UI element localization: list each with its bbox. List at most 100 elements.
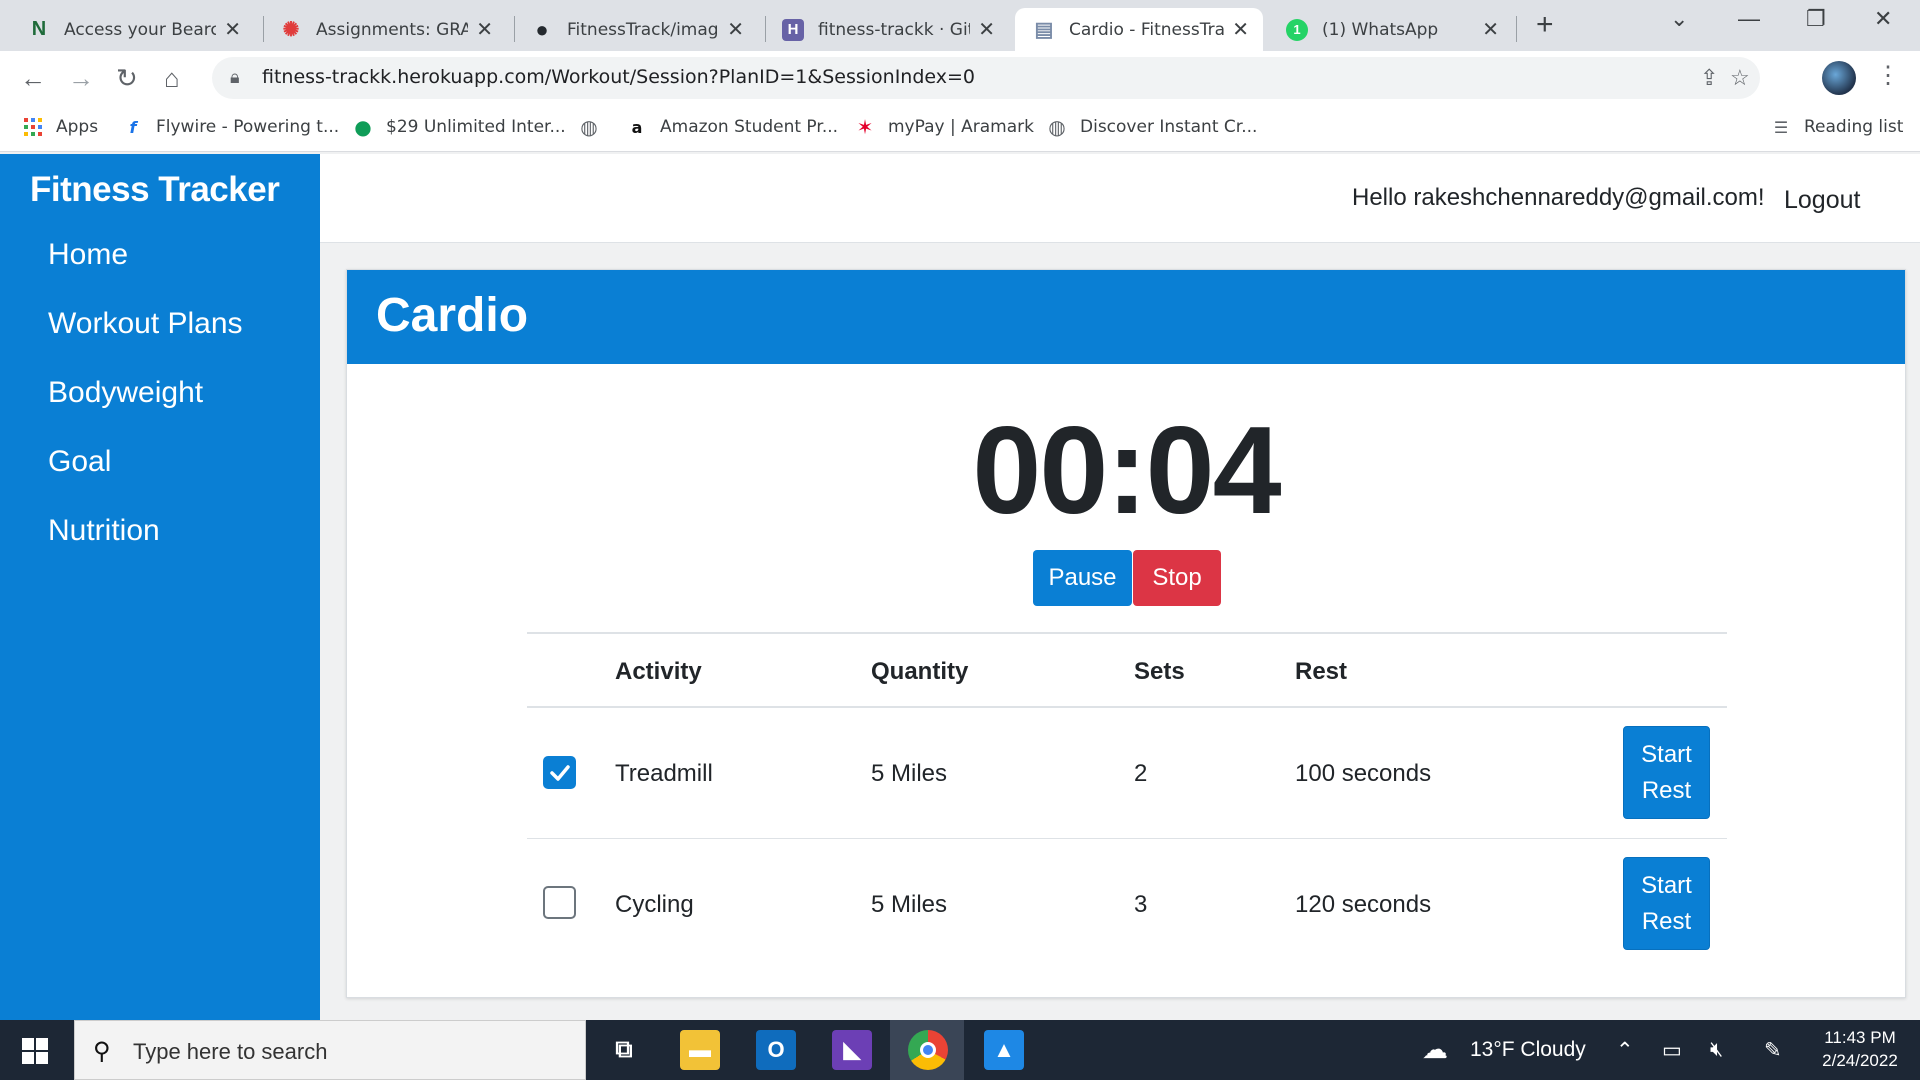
back-icon[interactable]: ←: [20, 63, 46, 94]
bookmark-label: Flywire - Powering t...: [156, 117, 340, 137]
brand-title[interactable]: Fitness Tracker: [30, 170, 280, 210]
sidebar: Fitness Tracker Home Workout Plans Bodyw…: [0, 154, 320, 1020]
globe-icon: ◍: [580, 115, 598, 139]
weather-text[interactable]: 13°F Cloudy: [1470, 1038, 1586, 1062]
workout-title: Cardio: [376, 289, 529, 342]
battery-icon[interactable]: ▭: [1662, 1038, 1682, 1063]
activity-name: Cycling: [615, 891, 694, 918]
github-icon: ●: [535, 16, 549, 42]
photos-icon[interactable]: ▲: [984, 1030, 1024, 1070]
bookmark-flywire[interactable]: f Flywire - Powering t...: [122, 116, 340, 138]
nav-nutrition[interactable]: Nutrition: [48, 514, 160, 548]
system-clock[interactable]: 11:43 PM 2/24/2022: [1800, 1026, 1920, 1072]
start-rest-button[interactable]: Start Rest: [1623, 857, 1710, 950]
close-tab-icon[interactable]: ✕: [978, 17, 995, 42]
bookmark-discover[interactable]: ◍ Discover Instant Cr...: [1046, 115, 1257, 139]
top-navbar: Hello rakeshchennareddy@gmail.com! Logou…: [320, 154, 1920, 243]
weather-cloud-icon[interactable]: ☁: [1422, 1034, 1448, 1065]
reading-list-label: Reading list: [1804, 117, 1904, 137]
amazon-icon: a: [631, 117, 643, 137]
table-top-border: [527, 632, 1727, 634]
start-rest-button[interactable]: Start Rest: [1623, 726, 1710, 819]
taskbar-search-box[interactable]: ⚲ Type here to search: [74, 1020, 586, 1080]
card-header: Cardio: [347, 270, 1905, 364]
nav-workout-plans[interactable]: Workout Plans: [48, 307, 243, 341]
nav-goal[interactable]: Goal: [48, 445, 111, 479]
search-icon: ⚲: [93, 1038, 111, 1065]
start-rest-label: Rest: [1641, 777, 1692, 804]
tab-title: Cardio - FitnessTrac: [1069, 19, 1225, 40]
close-tab-icon[interactable]: ✕: [1482, 17, 1499, 42]
browser-tab[interactable]: H fitness-trackk · GitH ✕: [764, 8, 1009, 51]
close-tab-icon[interactable]: ✕: [476, 17, 493, 42]
column-header-activity: Activity: [615, 658, 702, 685]
file-explorer-icon[interactable]: ▬: [680, 1030, 720, 1070]
activity-rest: 120 seconds: [1295, 891, 1432, 918]
nav-bodyweight[interactable]: Bodyweight: [48, 376, 203, 410]
close-tab-icon[interactable]: ✕: [1232, 17, 1249, 42]
browser-tab[interactable]: N Access your Bearca ✕: [10, 8, 255, 51]
minimize-icon[interactable]: —: [1738, 6, 1760, 32]
windows-taskbar: ⚲ Type here to search ⧉ ▬ O ◣ ▲ ☁ 13°F C…: [0, 1020, 1920, 1080]
browser-toolbar: ← → ↻ ⌂ 🔒︎ fitness-trackk.herokuapp.com/…: [0, 51, 1920, 105]
bookmark-label: Apps: [56, 117, 99, 137]
close-tab-icon[interactable]: ✕: [224, 17, 241, 42]
tab-title: fitness-trackk · GitH: [818, 19, 971, 40]
browser-tab-active[interactable]: ▤ Cardio - FitnessTrac ✕: [1015, 8, 1263, 51]
activity-quantity: 5 Miles: [871, 760, 948, 787]
tab-title: Assignments: GRAD: [316, 19, 469, 40]
bookmark-globe[interactable]: ◍: [578, 115, 612, 139]
close-tab-icon[interactable]: ✕: [727, 17, 744, 42]
task-view-icon[interactable]: ⧉: [604, 1030, 644, 1070]
tab-title: (1) WhatsApp: [1322, 19, 1439, 40]
tab-search-chevron-icon[interactable]: ⌄: [1670, 6, 1688, 32]
activity-rest: 100 seconds: [1295, 760, 1432, 787]
bookmark-unlimited-internet[interactable]: ● $29 Unlimited Inter...: [352, 115, 565, 139]
profile-avatar[interactable]: [1822, 61, 1856, 95]
lock-icon[interactable]: 🔒︎: [230, 67, 240, 88]
aramark-icon: ✶: [856, 115, 874, 139]
chrome-icon[interactable]: [908, 1030, 948, 1070]
flywire-icon: f: [129, 117, 137, 137]
activity-done-checkbox[interactable]: [543, 756, 576, 789]
nav-home[interactable]: Home: [48, 238, 128, 272]
address-bar[interactable]: 🔒︎ fitness-trackk.herokuapp.com/Workout/…: [212, 57, 1760, 99]
windows-start-icon[interactable]: [22, 1038, 48, 1064]
clock-time: 11:43 PM: [1824, 1028, 1896, 1047]
session-timer: 00:04: [972, 402, 1281, 540]
menu-kebab-icon[interactable]: ⋮: [1876, 61, 1900, 90]
workout-session-card: Cardio 00:04 Pause Stop Activity Quantit…: [346, 269, 1906, 998]
stop-button[interactable]: Stop: [1133, 550, 1221, 606]
restore-icon[interactable]: ❐: [1806, 6, 1826, 32]
pen-icon[interactable]: ✎: [1764, 1038, 1782, 1063]
bookmark-apps[interactable]: Apps: [22, 116, 98, 138]
activity-sets: 2: [1134, 760, 1148, 787]
visual-studio-icon[interactable]: ◣: [832, 1030, 872, 1070]
volume-muted-icon[interactable]: 🔇︎: [1710, 1038, 1723, 1062]
browser-tab[interactable]: ✺ Assignments: GRAD ✕: [262, 8, 507, 51]
pause-button[interactable]: Pause: [1033, 550, 1132, 606]
home-icon[interactable]: ⌂: [164, 63, 180, 94]
green-leaf-icon: ●: [354, 115, 372, 139]
bookmark-star-icon[interactable]: ☆: [1730, 65, 1750, 91]
start-rest-label: Rest: [1641, 908, 1692, 935]
outlook-icon[interactable]: O: [756, 1030, 796, 1070]
reload-icon[interactable]: ↻: [116, 63, 138, 94]
new-tab-icon[interactable]: +: [1536, 8, 1554, 42]
forward-icon[interactable]: →: [68, 63, 94, 94]
reading-list[interactable]: ☰ Reading list: [1770, 116, 1904, 138]
start-rest-label: Start: [1641, 741, 1692, 768]
url-text[interactable]: fitness-trackk.herokuapp.com/Workout/Ses…: [262, 66, 975, 88]
browser-tab[interactable]: 1 (1) WhatsApp ✕: [1268, 8, 1513, 51]
close-window-icon[interactable]: ✕: [1874, 6, 1892, 32]
activity-done-checkbox[interactable]: [543, 886, 576, 919]
logout-link[interactable]: Logout: [1784, 186, 1860, 215]
activity-name: Treadmill: [615, 760, 713, 787]
bookmark-mypay-aramark[interactable]: ✶ myPay | Aramark: [854, 115, 1034, 139]
browser-tab[interactable]: ● FitnessTrack/image ✕: [513, 8, 758, 51]
bookmark-label: myPay | Aramark: [888, 117, 1034, 137]
activity-sets: 3: [1134, 891, 1148, 918]
show-hidden-icons-chevron-icon[interactable]: ⌃: [1616, 1038, 1634, 1063]
bookmark-amazon-student[interactable]: a Amazon Student Pr...: [626, 116, 838, 138]
share-icon[interactable]: ⇪: [1700, 65, 1718, 91]
